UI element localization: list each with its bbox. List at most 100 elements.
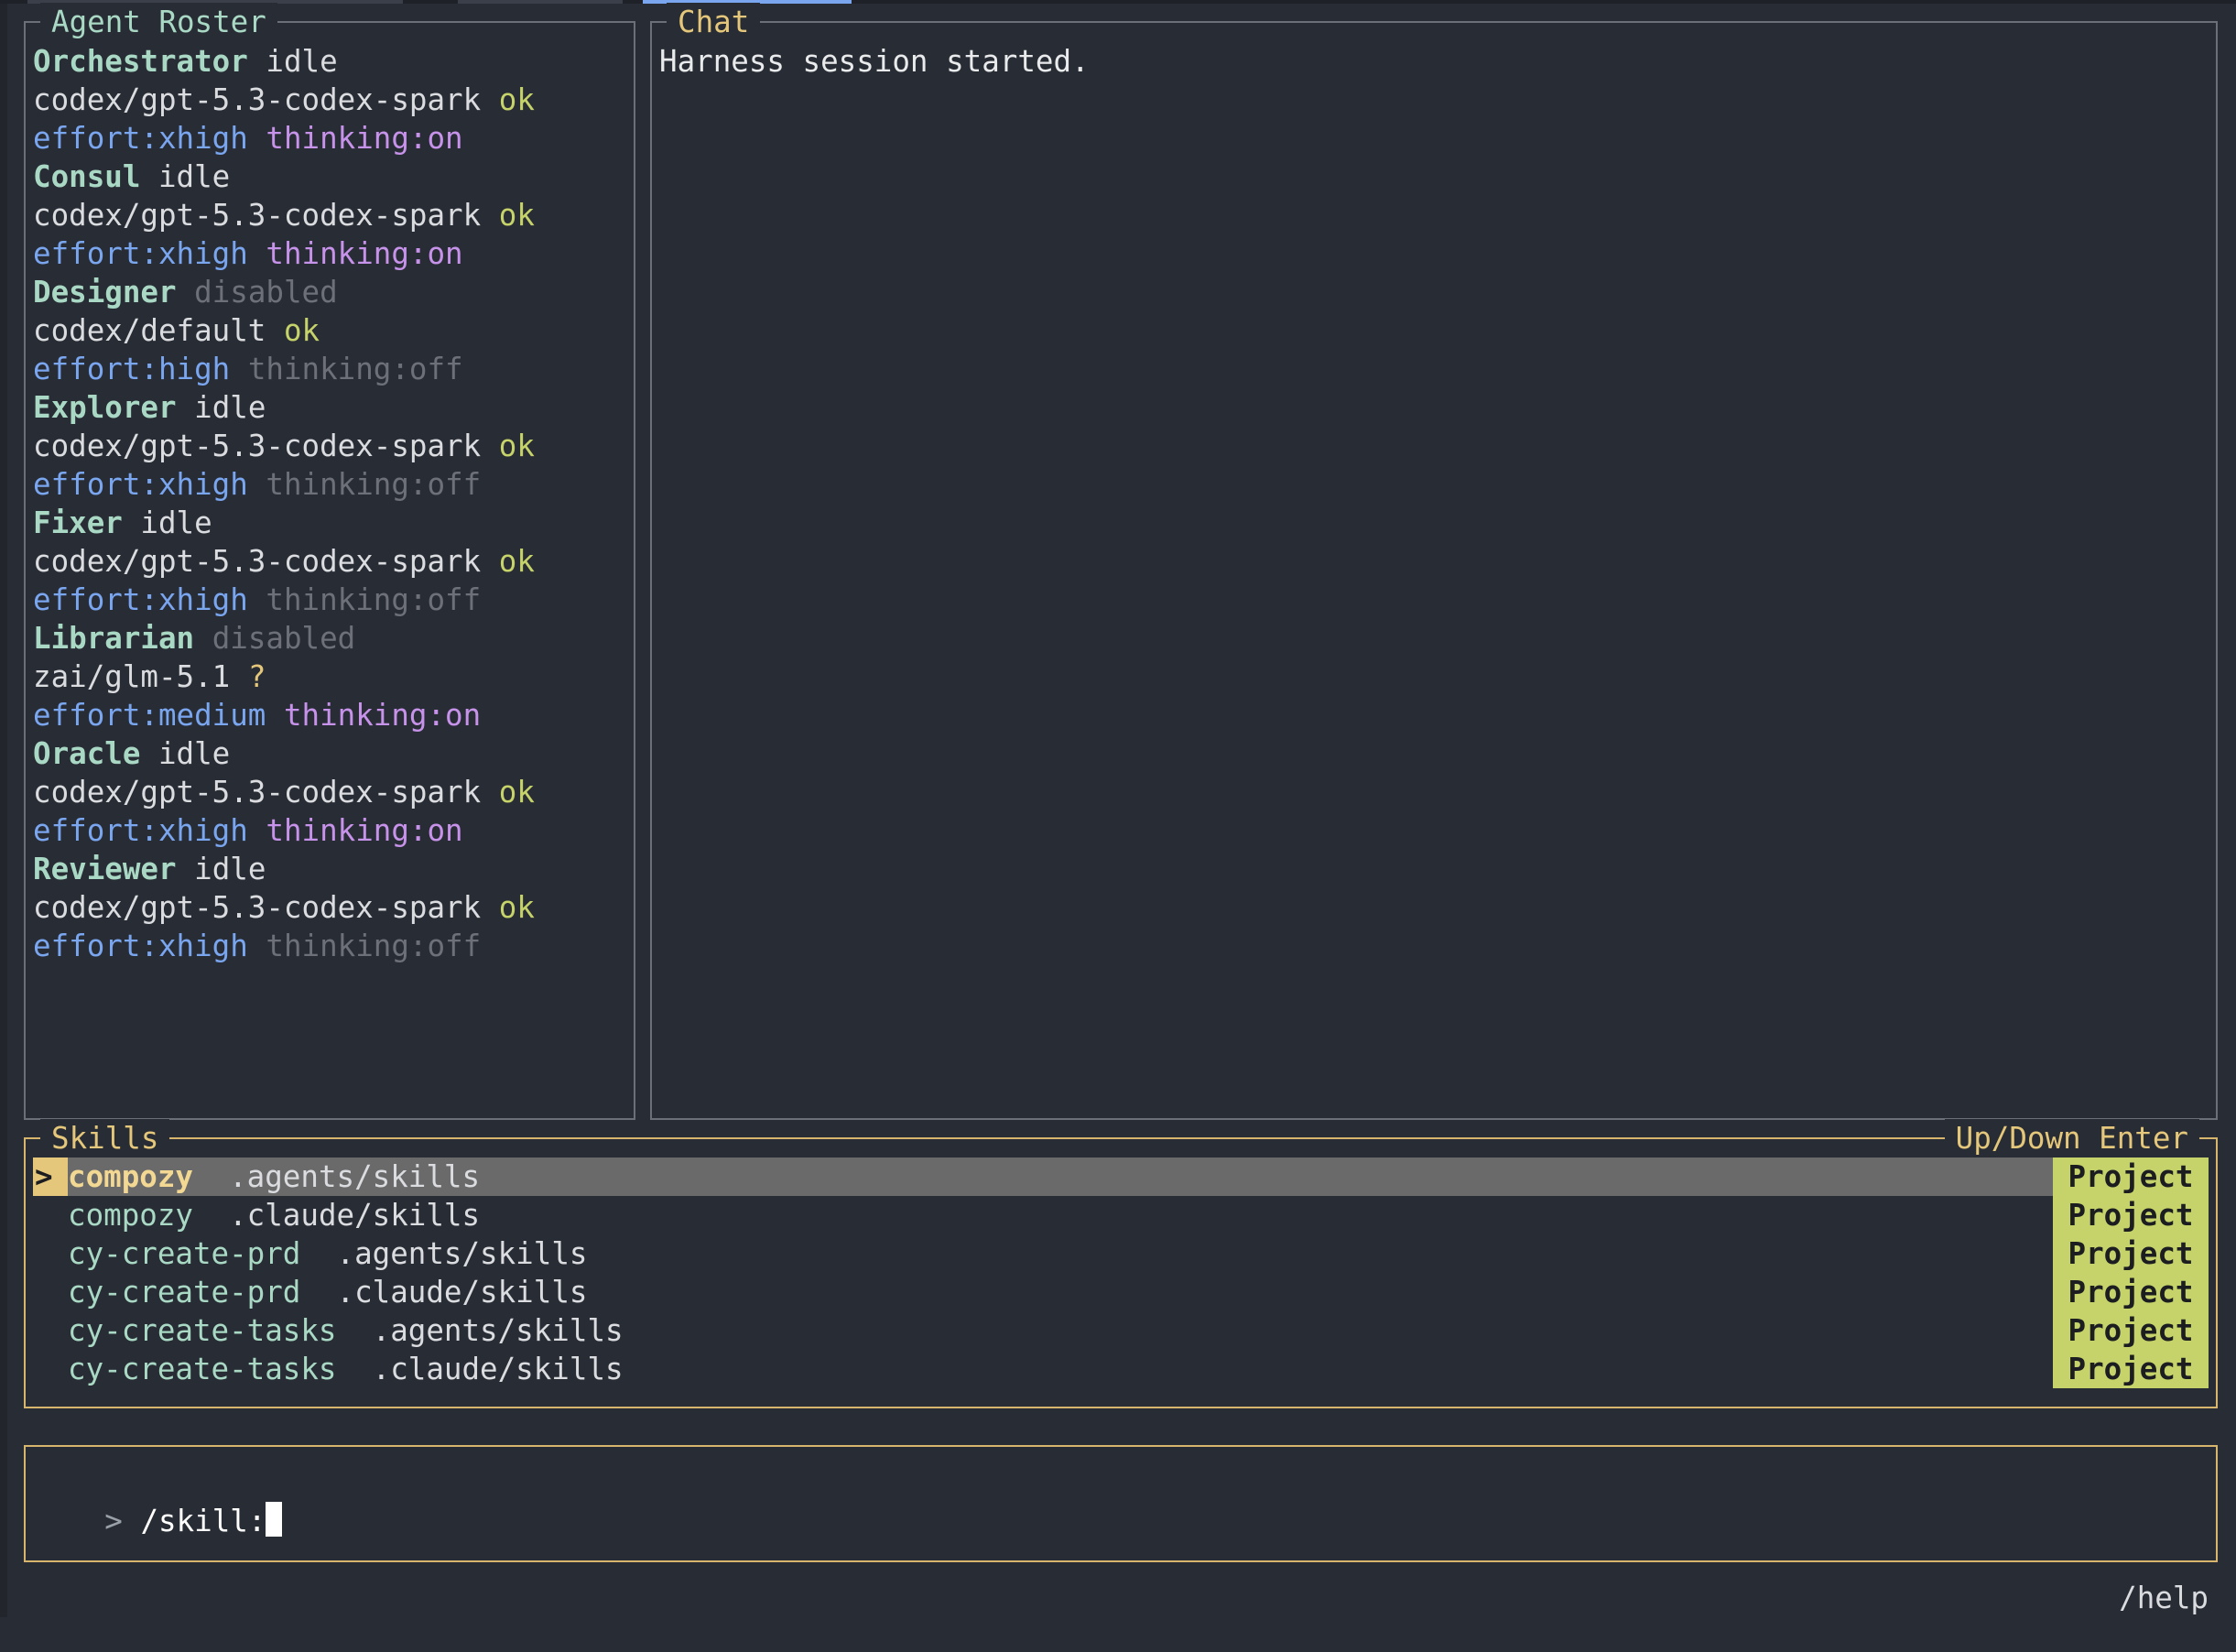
agent-effort: effort:xhigh	[33, 582, 248, 617]
skills-title: Skills	[40, 1119, 170, 1157]
agent-header[interactable]: Reviewer idle	[33, 850, 619, 888]
agent-model: codex/gpt-5.3-codex-spark	[33, 890, 482, 925]
agent-status: idle	[157, 736, 231, 771]
command-input-box[interactable]	[24, 1445, 2218, 1562]
agent-model: codex/default	[33, 313, 266, 348]
command-input[interactable]: > /skill:	[33, 1463, 283, 1579]
agent-name[interactable]: Fixer	[33, 505, 123, 540]
agent-header[interactable]: Designer disabled	[33, 273, 619, 311]
agent-thinking: thinking:on	[266, 121, 463, 156]
agent-thinking: thinking:on	[266, 236, 463, 271]
agent-options-line: effort:xhigh thinking:off	[33, 581, 619, 619]
skill-name: compozy	[68, 1159, 193, 1194]
agent-header[interactable]: Oracle idle	[33, 734, 619, 773]
agent-thinking: thinking:off	[266, 467, 482, 502]
agent-status: idle	[266, 44, 338, 79]
agent-options-line: effort:xhigh thinking:off	[33, 927, 619, 965]
agent-model-line: codex/gpt-5.3-codex-spark ok	[33, 773, 619, 811]
agent-status: idle	[194, 852, 266, 886]
agent-header[interactable]: Consul idle	[33, 158, 619, 196]
agent-name[interactable]: Orchestrator	[33, 44, 248, 79]
agent-model-line: codex/gpt-5.3-codex-spark ok	[33, 81, 619, 119]
agent-model-line: codex/gpt-5.3-codex-spark ok	[33, 888, 619, 927]
agent-effort: effort:xhigh	[33, 121, 248, 156]
agent-model-line: codex/gpt-5.3-codex-spark ok	[33, 196, 619, 234]
agent-model-line: zai/glm-5.1 ?	[33, 658, 619, 696]
agent-effort: effort:medium	[33, 698, 266, 733]
skill-path: .claude/skills	[372, 1352, 624, 1386]
skill-row[interactable]: cy-create-tasks .claude/skills Project	[33, 1350, 2209, 1388]
help-hint[interactable]: /help	[2119, 1579, 2209, 1617]
agent-status: idle	[194, 390, 266, 425]
skill-row[interactable]: compozy .claude/skills Project	[33, 1196, 2209, 1234]
skill-row[interactable]: cy-create-prd .agents/skills Project	[33, 1234, 2209, 1273]
agent-thinking: thinking:on	[283, 698, 482, 733]
agent-model-line: codex/gpt-5.3-codex-spark ok	[33, 427, 619, 465]
skill-row[interactable]: cy-create-prd .claude/skills Project	[33, 1273, 2209, 1311]
tab-indicator[interactable]	[458, 0, 623, 4]
agent-header[interactable]: Orchestrator idle	[33, 42, 619, 81]
agent-model: codex/gpt-5.3-codex-spark	[33, 429, 482, 463]
agent-thinking: thinking:off	[247, 352, 463, 386]
skill-path: .agents/skills	[336, 1236, 588, 1271]
agent-status: disabled	[212, 621, 356, 656]
agent-thinking: thinking:on	[266, 813, 463, 848]
skill-name: cy-create-tasks	[68, 1352, 337, 1386]
agent-header[interactable]: Explorer idle	[33, 388, 619, 427]
skill-scope-badge: Project	[2053, 1196, 2209, 1234]
agent-options-line: effort:medium thinking:on	[33, 696, 619, 734]
agent-thinking: thinking:off	[266, 929, 482, 963]
agent-health: ok	[498, 429, 535, 463]
skill-scope-badge: Project	[2053, 1350, 2209, 1388]
agent-options-line: effort:xhigh thinking:off	[33, 465, 619, 504]
agent-name[interactable]: Reviewer	[33, 852, 177, 886]
agent-name[interactable]: Designer	[33, 275, 177, 310]
agent-health: ok	[283, 313, 320, 348]
agent-header[interactable]: Fixer idle	[33, 504, 619, 542]
agent-name[interactable]: Consul	[33, 159, 140, 194]
skill-row[interactable]: cy-create-tasks .agents/skills Project	[33, 1311, 2209, 1350]
skill-name: cy-create-tasks	[68, 1313, 337, 1348]
skills-keyboard-hint: Up/Down Enter	[1944, 1119, 2199, 1157]
agent-model: codex/gpt-5.3-codex-spark	[33, 544, 482, 579]
chat-title: Chat	[667, 3, 761, 41]
skill-name: cy-create-prd	[68, 1236, 301, 1271]
skill-path: .agents/skills	[372, 1313, 624, 1348]
agent-roster-list: Orchestrator idle codex/gpt-5.3-codex-spa…	[33, 42, 619, 965]
agent-health: ok	[498, 775, 535, 810]
agent-model-line: codex/gpt-5.3-codex-spark ok	[33, 542, 619, 581]
agent-status: idle	[157, 159, 231, 194]
agent-effort: effort:xhigh	[33, 813, 248, 848]
agent-status: idle	[140, 505, 212, 540]
skill-scope-badge: Project	[2053, 1311, 2209, 1350]
agent-options-line: effort:xhigh thinking:on	[33, 119, 619, 158]
selection-marker: >	[33, 1157, 68, 1196]
agent-effort: effort:xhigh	[33, 467, 248, 502]
agent-health: ok	[498, 82, 535, 117]
agent-name[interactable]: Librarian	[33, 621, 194, 656]
input-value[interactable]: /skill:	[140, 1504, 266, 1538]
skill-scope-badge: Project	[2053, 1234, 2209, 1273]
input-prompt: >	[104, 1504, 123, 1538]
agent-header[interactable]: Librarian disabled	[33, 619, 619, 658]
skill-path: .claude/skills	[229, 1198, 481, 1233]
agent-roster-title: Agent Roster	[40, 3, 277, 41]
agent-status: disabled	[194, 275, 338, 310]
top-tab-bar	[0, 0, 2236, 4]
agent-health: ?	[247, 659, 266, 694]
skill-path: .agents/skills	[229, 1159, 481, 1194]
agent-model: codex/gpt-5.3-codex-spark	[33, 775, 482, 810]
agent-name[interactable]: Oracle	[33, 736, 140, 771]
agent-options-line: effort:xhigh thinking:on	[33, 234, 619, 273]
chat-panel: Chat	[650, 3, 2218, 1120]
agent-name[interactable]: Explorer	[33, 390, 177, 425]
harness-tui: Agent Roster Orchestrator idle codex/gpt-…	[0, 0, 2236, 1652]
skill-row[interactable]: > compozy .agents/skills Project	[33, 1157, 2209, 1196]
agent-model: zai/glm-5.1	[33, 659, 231, 694]
agent-model-line: codex/default ok	[33, 311, 619, 350]
agent-options-line: effort:high thinking:off	[33, 350, 619, 388]
agent-effort: effort:xhigh	[33, 929, 248, 963]
agent-effort: effort:xhigh	[33, 236, 248, 271]
skill-path: .claude/skills	[336, 1275, 588, 1310]
skills-list: > compozy .agents/skills Project compozy .c…	[33, 1157, 2209, 1388]
